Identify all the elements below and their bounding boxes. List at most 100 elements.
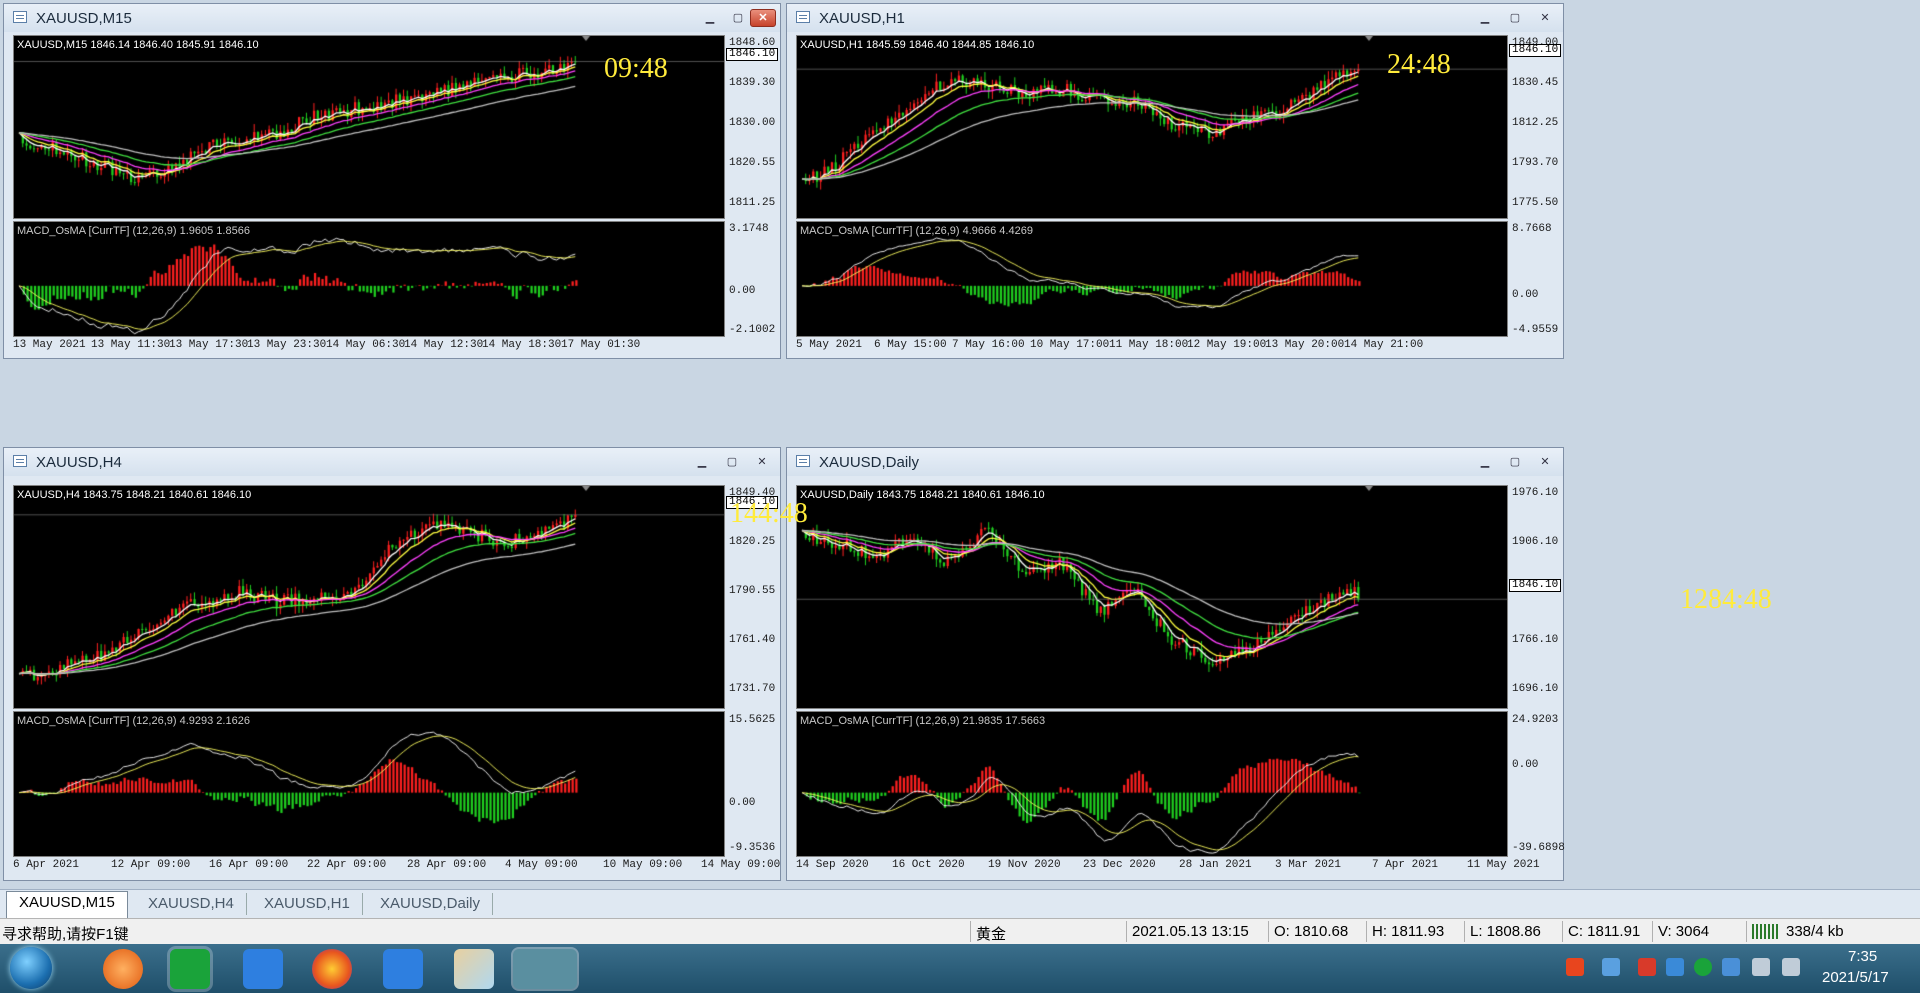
meeting-app-icon[interactable] <box>383 949 423 989</box>
indicator-tick: 0.00 <box>1512 759 1539 771</box>
time-axis: 5 May 2021 6 May 15:00 7 May 16:00 10 Ma… <box>796 339 1508 355</box>
firefox-icon[interactable] <box>312 949 352 989</box>
indicator-panel[interactable]: MACD_OsMA [CurrTF] (12,26,9) 21.9835 17.… <box>796 711 1508 857</box>
price-tick: 1820.25 <box>729 536 776 548</box>
window-titlebar[interactable]: XAUUSD,H1 ▁ ▢ ✕ <box>787 4 1563 32</box>
indicator-panel[interactable]: MACD_OsMA [CurrTF] (12,26,9) 1.9605 1.85… <box>13 221 725 337</box>
price-tick: 1830.45 <box>1512 77 1559 89</box>
price-panel[interactable]: XAUUSD,M15 1846.14 1846.40 1845.91 1846.… <box>13 35 725 219</box>
time-tick: 7 Apr 2021 <box>1372 859 1439 871</box>
candle-timer: 24:48 <box>1387 49 1451 80</box>
note-app-icon[interactable] <box>243 949 283 989</box>
tab-xauusd-h1[interactable]: XAUUSD,H1 <box>252 893 363 915</box>
maximize-icon[interactable]: ▢ <box>718 453 746 471</box>
status-open: O: 1810.68 <box>1274 923 1349 940</box>
chart-window-icon <box>796 11 810 23</box>
time-tick: 10 May 09:00 <box>603 859 683 871</box>
price-panel[interactable]: XAUUSD,Daily 1843.75 1848.21 1840.61 184… <box>796 485 1508 709</box>
wps-icon[interactable] <box>1638 958 1656 976</box>
price-panel[interactable]: XAUUSD,H1 1845.59 1846.40 1844.85 1846.1… <box>796 35 1508 219</box>
close-icon[interactable]: ✕ <box>748 453 776 471</box>
indicator-tick: 3.1748 <box>729 223 769 235</box>
indicator-header: MACD_OsMA [CurrTF] (12,26,9) 4.9666 4.42… <box>800 225 1033 237</box>
maximize-icon[interactable]: ▢ <box>1501 453 1529 471</box>
start-button-icon[interactable] <box>10 947 52 989</box>
price-tick: 1775.50 <box>1512 197 1559 209</box>
indicator-tick: -9.3536 <box>729 842 776 854</box>
network-icon[interactable] <box>1782 958 1800 976</box>
trading-terminal-icon[interactable] <box>513 949 577 989</box>
chart-window-h4[interactable]: XAUUSD,H4 ▁ ▢ ✕ XAUUSD,H4 1843.75 1848.2… <box>3 447 781 881</box>
indicator-panel[interactable]: MACD_OsMA [CurrTF] (12,26,9) 4.9666 4.42… <box>796 221 1508 337</box>
price-tick: 1696.10 <box>1512 683 1559 695</box>
time-tick: 14 May 09:00 <box>701 859 781 871</box>
time-tick: 11 May 2021 <box>1467 859 1540 871</box>
status-close: C: 1811.91 <box>1568 923 1641 940</box>
wechat-icon[interactable] <box>170 949 210 989</box>
maximize-icon[interactable]: ▢ <box>1501 9 1529 27</box>
indicator-tick: 0.00 <box>1512 289 1539 301</box>
macd-chart-canvas[interactable] <box>797 222 1507 336</box>
indicator-tick: 15.5625 <box>729 714 776 726</box>
time-axis: 14 Sep 2020 16 Oct 2020 19 Nov 2020 23 D… <box>796 859 1540 875</box>
price-tick: 1731.70 <box>729 683 776 695</box>
price-chart-canvas[interactable] <box>797 486 1507 708</box>
status-traffic: 338/4 kb <box>1786 923 1844 940</box>
window-titlebar[interactable]: XAUUSD,H4 ▁ ▢ ✕ <box>4 448 780 476</box>
maximize-icon[interactable]: ▢ <box>724 9 752 27</box>
close-icon[interactable]: ✕ <box>1531 9 1559 27</box>
paint-app-icon[interactable] <box>454 949 494 989</box>
time-tick: 13 May 2021 <box>13 339 86 351</box>
indicator-tick: -39.6898 <box>1512 842 1565 854</box>
macd-chart-canvas[interactable] <box>14 712 724 856</box>
window-titlebar[interactable]: XAUUSD,M15 ▁ ▢ ✕ <box>4 4 780 32</box>
clock-date[interactable]: 2021/5/17 <box>1822 969 1889 986</box>
time-tick: 22 Apr 09:00 <box>307 859 387 871</box>
close-icon[interactable]: ✕ <box>750 9 776 27</box>
tab-xauusd-m15[interactable]: XAUUSD,M15 <box>6 891 128 918</box>
price-tick: 1811.25 <box>729 197 776 209</box>
time-tick: 12 Apr 09:00 <box>111 859 191 871</box>
macd-chart-canvas[interactable] <box>797 712 1507 856</box>
price-panel[interactable]: XAUUSD,H4 1843.75 1848.21 1840.61 1846.1… <box>13 485 725 709</box>
clock-time[interactable]: 7:35 <box>1848 948 1877 965</box>
status-high: H: 1811.93 <box>1372 923 1445 940</box>
chart-header: XAUUSD,M15 1846.14 1846.40 1845.91 1846.… <box>17 39 259 51</box>
app-orange-icon[interactable] <box>103 949 143 989</box>
time-tick: 6 May 15:00 <box>874 339 947 351</box>
price-tick: 1790.55 <box>729 585 776 597</box>
indicator-panel[interactable]: MACD_OsMA [CurrTF] (12,26,9) 4.9293 2.16… <box>13 711 725 857</box>
tray-app-icon[interactable] <box>1602 958 1620 976</box>
window-title: XAUUSD,Daily <box>819 454 920 471</box>
tray-blue-icon[interactable] <box>1722 958 1740 976</box>
minimize-icon[interactable]: ▁ <box>1471 9 1499 27</box>
candle-timer: 144:48 <box>730 498 808 529</box>
window-titlebar[interactable]: XAUUSD,Daily ▁ ▢ ✕ <box>787 448 1563 476</box>
indicator-tick: -2.1002 <box>729 324 776 336</box>
sogou-input-icon[interactable] <box>1566 958 1584 976</box>
close-icon[interactable]: ✕ <box>1531 453 1559 471</box>
minimize-icon[interactable]: ▁ <box>696 9 724 27</box>
tab-xauusd-daily[interactable]: XAUUSD,Daily <box>368 893 494 915</box>
time-axis: 13 May 2021 13 May 11:30 13 May 17:30 13… <box>13 339 725 355</box>
chart-window-h1[interactable]: XAUUSD,H1 ▁ ▢ ✕ XAUUSD,H1 1845.59 1846.4… <box>786 3 1564 359</box>
current-price-box: 1846.10 <box>1509 579 1562 592</box>
minimize-icon[interactable]: ▁ <box>688 453 716 471</box>
price-chart-canvas[interactable] <box>14 486 724 708</box>
volume-muted-icon[interactable] <box>1752 958 1770 976</box>
time-tick: 14 May 06:30 <box>326 339 406 351</box>
minimize-icon[interactable]: ▁ <box>1471 453 1499 471</box>
shield-icon[interactable] <box>1666 958 1684 976</box>
time-tick: 5 May 2021 <box>796 339 863 351</box>
time-tick: 7 May 16:00 <box>952 339 1025 351</box>
macd-chart-canvas[interactable] <box>14 222 724 336</box>
time-tick: 10 May 17:00 <box>1030 339 1110 351</box>
tab-xauusd-h4[interactable]: XAUUSD,H4 <box>136 893 247 915</box>
wechat-tray-icon[interactable] <box>1694 958 1712 976</box>
price-tick: 1766.10 <box>1512 634 1559 646</box>
chart-window-daily[interactable]: XAUUSD,Daily ▁ ▢ ✕ XAUUSD,Daily 1843.75 … <box>786 447 1565 881</box>
time-tick: 14 Sep 2020 <box>796 859 869 871</box>
candle-timer: 09:48 <box>604 53 668 84</box>
time-tick: 12 May 19:00 <box>1187 339 1267 351</box>
chart-window-m15[interactable]: XAUUSD,M15 ▁ ▢ ✕ XAUUSD,M15 1846.14 1846… <box>3 3 781 359</box>
